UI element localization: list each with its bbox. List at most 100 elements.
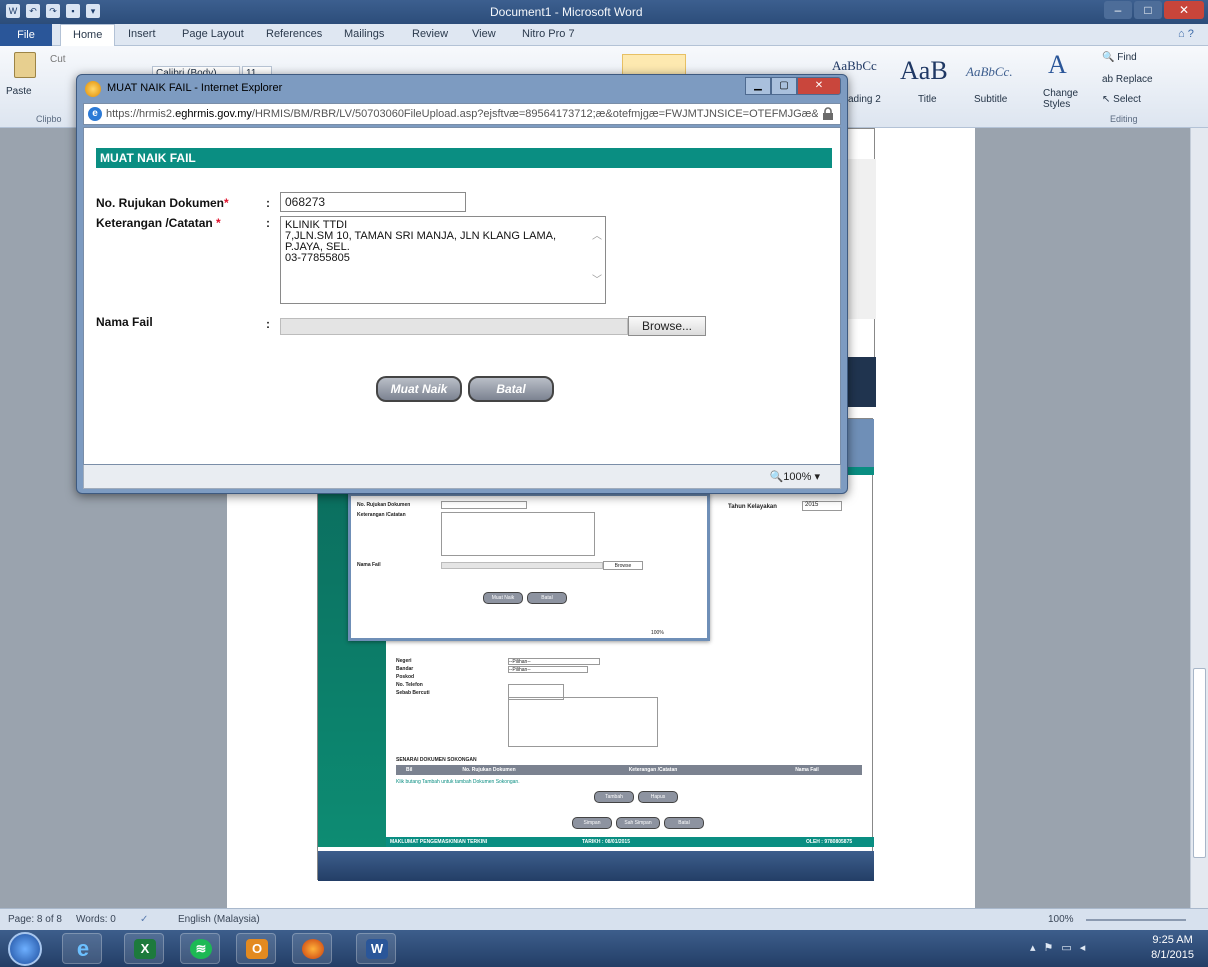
zoom-level[interactable]: 100% — [1048, 914, 1074, 925]
cut-button[interactable]: Cut — [50, 54, 66, 65]
ie-page-icon: e — [88, 107, 102, 121]
embedded-poskod-label: Poskod — [396, 674, 415, 680]
browse-button[interactable]: Browse... — [628, 316, 706, 336]
file-colon: : — [266, 317, 270, 331]
ref-number-input[interactable] — [280, 192, 466, 212]
style-title-preview[interactable]: AaB — [900, 56, 948, 86]
style-title-label[interactable]: Title — [918, 94, 937, 105]
embedded-scrollbar — [846, 159, 876, 319]
outlook-taskbar-button[interactable]: O — [236, 933, 276, 964]
cancel-button[interactable]: Batal — [468, 376, 554, 402]
embedded-address-labels: Negeri Bandar Poskod No. Telefon Sebab B… — [396, 657, 430, 697]
embedded-ref-input — [441, 501, 527, 509]
clock-time: 9:25 AM — [1152, 934, 1193, 946]
ie-title-bar[interactable]: MUAT NAIK FAIL - Internet Explorer ▁ ▢ ✕ — [77, 75, 847, 101]
customize-qat-icon[interactable]: ▾ — [86, 4, 100, 18]
vertical-scrollbar[interactable] — [1190, 128, 1208, 908]
undo-icon[interactable]: ↶ — [26, 4, 40, 18]
tab-mailings[interactable]: Mailings — [344, 28, 384, 40]
select-button[interactable]: ↖ Select — [1102, 94, 1141, 105]
style-aabbcc-preview[interactable]: AaBbCc — [832, 58, 877, 74]
redo-icon[interactable]: ↷ — [46, 4, 60, 18]
tab-view[interactable]: View — [472, 28, 496, 40]
tray-icons[interactable]: ▴⚑▭◂ — [1030, 941, 1093, 954]
embedded-doc-table-header: Bil No. Rujukan Dokumen Keterangan /Cata… — [396, 765, 862, 775]
word-app-icon[interactable]: W — [6, 4, 20, 18]
embedded-hint: Klik butang Tambah untuk tambah Dokumen … — [396, 779, 520, 785]
embedded-telefon-label: No. Telefon — [396, 682, 423, 688]
address-url[interactable]: https://hrmis2.eghrmis.gov.my/HRMIS/BM/R… — [106, 108, 818, 120]
embedded-taskbar-corner — [846, 357, 876, 407]
ie-close-button[interactable]: ✕ — [797, 77, 841, 95]
embedded-upload-dialog: No. Rujukan Dokumen Keterangan /Catatan … — [348, 493, 710, 641]
textarea-scroll-arrows[interactable]: ︿ ﹀ — [591, 231, 603, 291]
embedded-senarai-label: SENARAI DOKUMEN SOKONGAN — [396, 757, 477, 763]
url-prefix: https://hrmis2. — [106, 108, 176, 120]
tab-insert[interactable]: Insert — [128, 28, 156, 40]
change-styles-button[interactable]: Change Styles — [1043, 88, 1083, 110]
replace-button[interactable]: ab Replace — [1102, 74, 1153, 85]
ref-required-mark: * — [224, 196, 229, 210]
help-icon[interactable]: ⌂ ? — [1178, 28, 1194, 40]
firefox-taskbar-button[interactable] — [292, 933, 332, 964]
page-count[interactable]: Page: 8 of 8 — [8, 914, 62, 925]
ie-window-title: MUAT NAIK FAIL - Internet Explorer — [107, 82, 283, 94]
close-button[interactable]: ✕ — [1164, 1, 1204, 19]
style-subtitle-label[interactable]: Subtitle — [974, 94, 1007, 105]
embedded-footer-bar: MAKLUMAT PENGEMASKINIAN TERKINI TARIKH :… — [386, 837, 874, 847]
embedded-file-label: Nama Fail — [357, 562, 381, 568]
word-taskbar-button[interactable]: W — [356, 933, 396, 964]
zoom-slider[interactable] — [1086, 919, 1186, 921]
ie-zoom-value: 100% — [783, 471, 812, 483]
ref-label: No. Rujukan Dokumen* — [96, 196, 229, 210]
save-icon[interactable]: ▪ — [66, 4, 80, 18]
style-heading2-label[interactable]: ading 2 — [848, 94, 881, 105]
notes-textarea[interactable]: KLINIK TTDI 7,JLN.SM 10, TAMAN SRI MANJA… — [280, 216, 606, 304]
ie-maximize-button[interactable]: ▢ — [771, 77, 797, 95]
firefox-icon — [302, 939, 324, 959]
upload-button[interactable]: Muat Naik — [376, 376, 462, 402]
embedded-notes-label: Keterangan /Catatan — [357, 512, 406, 518]
lock-icon[interactable] — [822, 107, 834, 120]
file-path-field[interactable] — [280, 318, 628, 335]
ie-window: MUAT NAIK FAIL - Internet Explorer ▁ ▢ ✕… — [76, 74, 848, 494]
url-path: /HRMIS/BM/RBR/LV/50703060FileUpload.asp?… — [251, 108, 818, 120]
excel-taskbar-button[interactable]: X — [124, 933, 164, 964]
embedded-notes-box — [441, 512, 595, 556]
ie-window-controls: ▁ ▢ ✕ — [745, 77, 841, 95]
tab-nitro[interactable]: Nitro Pro 7 — [522, 28, 575, 40]
tab-file[interactable]: File — [0, 24, 52, 46]
minimize-button[interactable]: – — [1104, 1, 1132, 19]
select-label: Select — [1113, 94, 1141, 105]
ie-zoom[interactable]: 🔍100% ▾ — [770, 470, 820, 483]
ie-minimize-button[interactable]: ▁ — [745, 77, 771, 95]
tab-references[interactable]: References — [266, 28, 322, 40]
scrollbar-thumb[interactable] — [1193, 668, 1206, 858]
change-styles-icon[interactable]: A — [1048, 50, 1067, 80]
spotify-taskbar-button[interactable]: ≋ — [180, 933, 220, 964]
embedded-taskbar — [318, 851, 874, 881]
embedded-file-field — [441, 562, 603, 569]
word-count[interactable]: Words: 0 — [76, 914, 116, 925]
editing-group-label: Editing — [1110, 114, 1138, 124]
tab-page-layout[interactable]: Page Layout — [182, 28, 244, 40]
paste-icon[interactable] — [14, 52, 36, 78]
tab-review[interactable]: Review — [412, 28, 448, 40]
style-subtitle-preview[interactable]: AaBbCc. — [966, 64, 1013, 80]
language[interactable]: English (Malaysia) — [178, 914, 260, 925]
find-button[interactable]: 🔍 Find — [1102, 52, 1137, 63]
window-controls: – □ ✕ — [1104, 1, 1204, 19]
taskbar: e X ≋ O W ▴⚑▭◂ 9:25 AM 8/1/2015 — [0, 930, 1208, 967]
maximize-button[interactable]: □ — [1134, 1, 1162, 19]
paste-label[interactable]: Paste — [6, 86, 32, 97]
embedded-col-ref: No. Rujukan Dokumen — [462, 767, 516, 773]
tab-home[interactable]: Home — [60, 24, 116, 47]
notes-required-mark: * — [216, 216, 221, 230]
start-button[interactable] — [8, 932, 42, 966]
ie-taskbar-button[interactable]: e — [62, 933, 102, 964]
system-clock[interactable]: 9:25 AM 8/1/2015 — [1151, 933, 1194, 963]
embedded-bandar-label: Bandar — [396, 666, 414, 672]
proofing-icon[interactable]: ✓ — [140, 914, 148, 925]
embedded-sah-button: Sah Simpan — [616, 817, 660, 829]
address-bar[interactable]: e https://hrmis2.eghrmis.gov.my/HRMIS/BM… — [83, 103, 841, 125]
